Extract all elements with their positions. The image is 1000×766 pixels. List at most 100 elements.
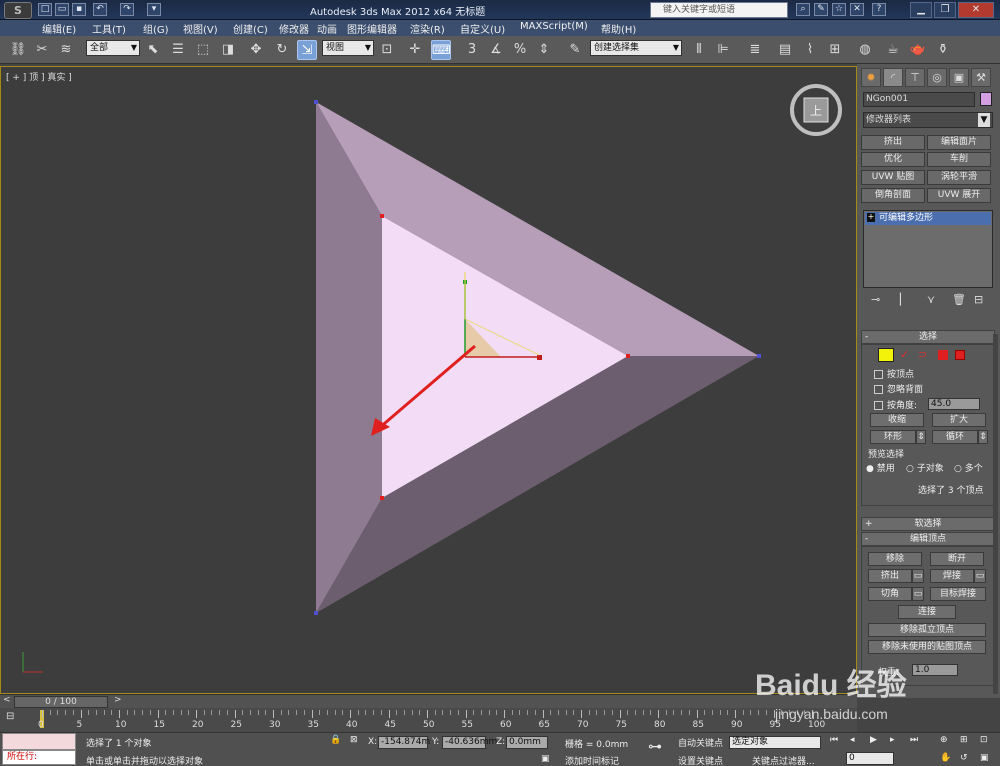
modify-tab-icon[interactable]: ◜ xyxy=(883,68,903,87)
modifier-stack[interactable]: 可编辑多边形 + xyxy=(863,210,993,288)
menu-edit[interactable]: 编辑(E) xyxy=(42,21,76,36)
menu-graph-editors[interactable]: 图形编辑器 xyxy=(347,21,397,36)
preview-multi-radio[interactable]: ○ 多个 xyxy=(954,461,983,474)
key-filters-button[interactable]: 关键点过滤器... xyxy=(752,754,815,766)
ring-button[interactable]: 环形 xyxy=(870,430,916,444)
display-tab-icon[interactable]: ▣ xyxy=(949,68,969,87)
new-file-icon[interactable]: □ xyxy=(38,3,52,16)
remove-button[interactable]: 移除 xyxy=(868,552,922,566)
soft-selection-rollout-header[interactable]: + 软选择 xyxy=(861,517,995,531)
layer-manager-icon[interactable]: ≣ xyxy=(745,40,765,60)
lock-icon[interactable]: 🔒 xyxy=(330,735,341,745)
connect-button[interactable]: 连接 xyxy=(898,605,956,619)
menu-animation[interactable]: 动画 xyxy=(317,21,337,36)
material-editor-icon[interactable]: ◍ xyxy=(855,40,875,60)
remove-isolated-vertices-button[interactable]: 移除孤立顶点 xyxy=(868,623,986,637)
configure-sets-icon[interactable]: ⊟ xyxy=(974,293,983,306)
maxscript-line[interactable]: 所在行: xyxy=(2,750,76,765)
utilities-tab-icon[interactable]: ⚒ xyxy=(971,68,991,87)
window-crossing-icon[interactable]: ◨ xyxy=(218,40,238,60)
undo-icon[interactable]: ↶ xyxy=(93,3,107,16)
vertex[interactable] xyxy=(314,611,318,615)
object-name-field[interactable]: NGon001 xyxy=(863,92,975,107)
vertex[interactable] xyxy=(314,100,318,104)
checkbox-box[interactable] xyxy=(874,385,883,394)
binoculars-icon[interactable]: ⌕ xyxy=(796,3,810,16)
menu-group[interactable]: 组(G) xyxy=(143,21,169,36)
loop-spinner-icon[interactable]: ⇕ xyxy=(978,430,988,444)
move-icon[interactable]: ✥ xyxy=(246,40,266,60)
percent-snap-icon[interactable]: % xyxy=(510,40,530,60)
reference-coordinate-dropdown[interactable]: 视图 ▼ xyxy=(322,40,374,56)
viewport-top[interactable]: [ + ] 顶 ] 真实 ] 上 xyxy=(0,66,857,694)
absolute-mode-icon[interactable]: ⊠ xyxy=(350,735,358,745)
vertex[interactable] xyxy=(757,354,761,358)
chamfer-settings-icon[interactable]: ▭ xyxy=(912,587,924,601)
viewcube-face-label[interactable]: 上 xyxy=(810,104,822,118)
auto-key-button[interactable]: 自动关键点 xyxy=(678,736,723,749)
modifier-unwrap-uvw-button[interactable]: UVW 展开 xyxy=(927,188,991,203)
shrink-button[interactable]: 收缩 xyxy=(870,413,924,427)
maxscript-listener[interactable] xyxy=(2,733,76,750)
target-weld-button[interactable]: 目标焊接 xyxy=(930,587,986,601)
next-frame-icon[interactable]: ▸ xyxy=(890,735,895,745)
menu-modifiers[interactable]: 修改器 xyxy=(279,21,309,36)
time-slider[interactable]: < 0 / 100 > xyxy=(0,694,857,708)
bind-spacewarp-icon[interactable]: ≋ xyxy=(56,40,76,60)
go-to-end-icon[interactable]: ⏭ xyxy=(910,735,918,745)
stack-item-editable-poly[interactable]: 可编辑多边形 xyxy=(865,212,991,225)
trackbar[interactable]: ⊟ 0 5 10 15 20 25 30 35 40 45 50 55 60 65 70 75 80 85 90 95… xyxy=(0,708,857,732)
modifier-edit-patch-button[interactable]: 编辑面片 xyxy=(927,135,991,150)
menu-create[interactable]: 创建(C) xyxy=(233,21,268,36)
help-icon[interactable]: ? xyxy=(872,3,886,16)
maximize-viewport-icon[interactable]: ▣ xyxy=(980,753,989,763)
restore-icon[interactable]: ❐ xyxy=(934,2,956,18)
extrude-button[interactable]: 挤出 xyxy=(868,569,912,583)
unlink-icon[interactable]: ✂ xyxy=(32,40,52,60)
menu-tools[interactable]: 工具(T) xyxy=(92,21,126,36)
save-file-icon[interactable]: ▪ xyxy=(72,3,86,16)
spinner-snap-icon[interactable]: ⇕ xyxy=(534,40,554,60)
preview-off-radio[interactable]: ● 禁用 xyxy=(866,461,895,474)
redo-icon[interactable]: ↷ xyxy=(120,3,134,16)
show-end-result-icon[interactable]: ▏ xyxy=(900,293,908,306)
time-slider-thumb[interactable]: 0 / 100 xyxy=(14,696,108,708)
orbit-icon[interactable]: ↺ xyxy=(960,753,968,763)
pan-icon[interactable]: ✋ xyxy=(940,753,951,763)
motion-tab-icon[interactable]: ◎ xyxy=(927,68,947,87)
object-color-swatch[interactable] xyxy=(980,92,992,106)
time-next-icon[interactable]: > xyxy=(114,695,122,705)
pin-stack-icon[interactable]: ⊸ xyxy=(871,293,880,306)
ignore-backfacing-checkbox[interactable]: 忽略背面 xyxy=(874,382,923,395)
menu-views[interactable]: 视图(V) xyxy=(183,21,218,36)
loop-button[interactable]: 循环 xyxy=(932,430,978,444)
break-button[interactable]: 断开 xyxy=(930,552,984,566)
mini-curve-editor-icon[interactable]: ⊟ xyxy=(6,711,14,722)
menu-rendering[interactable]: 渲染(R) xyxy=(410,21,445,36)
edit-vertices-rollout-header[interactable]: - 编辑顶点 xyxy=(861,532,995,546)
x-coordinate-field[interactable]: -154.874m xyxy=(378,736,430,749)
angle-spinner[interactable]: 45.0 xyxy=(928,398,980,410)
zoom-icon[interactable]: ⊕ xyxy=(940,735,948,745)
select-manipulate-icon[interactable]: ✛ xyxy=(405,40,425,60)
modifier-extrude-button[interactable]: 挤出 xyxy=(861,135,925,150)
curve-editor-icon[interactable]: ⌇ xyxy=(800,40,820,60)
viewcube[interactable]: 上 xyxy=(790,84,842,136)
modifier-uvw-map-button[interactable]: UVW 贴图 xyxy=(861,170,925,185)
set-key-button[interactable]: 设置关键点 xyxy=(678,754,723,766)
chamfer-button[interactable]: 切角 xyxy=(868,587,912,601)
zoom-extents-icon[interactable]: ⊡ xyxy=(980,735,988,745)
vertex-selected[interactable] xyxy=(626,354,630,358)
angle-snap-icon[interactable]: ∡ xyxy=(486,40,506,60)
element-mode-icon[interactable] xyxy=(955,350,965,360)
mirror-icon[interactable]: ⫴ xyxy=(689,40,709,60)
scene-canvas[interactable] xyxy=(1,67,856,693)
vertex-mode-icon[interactable] xyxy=(878,348,894,362)
polygon-mode-icon[interactable] xyxy=(938,350,948,360)
snaps-toggle-icon[interactable]: 3 xyxy=(462,40,482,60)
grow-button[interactable]: 扩大 xyxy=(932,413,986,427)
expand-plus-icon[interactable]: + xyxy=(867,213,875,222)
select-object-icon[interactable]: ⬉ xyxy=(143,40,163,60)
link-icon[interactable]: ⛓ xyxy=(8,40,28,60)
tools-icon[interactable]: ✎ xyxy=(814,3,828,16)
